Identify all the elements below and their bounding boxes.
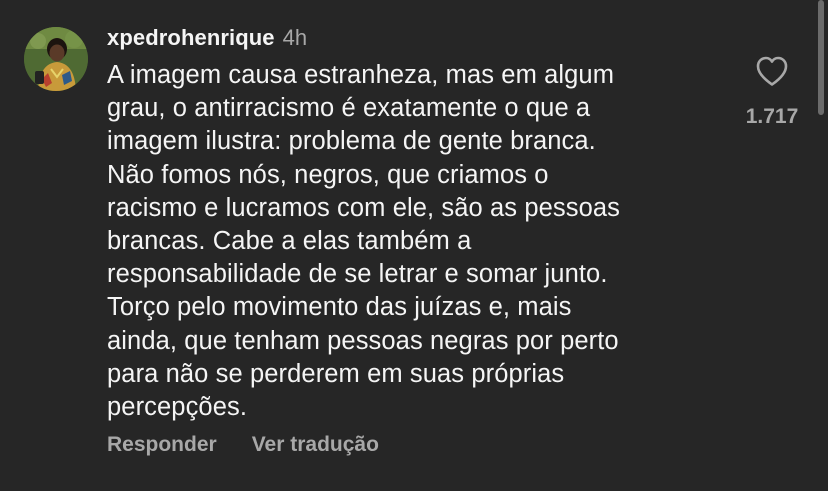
reply-button[interactable]: Responder	[107, 433, 217, 457]
heart-outline-icon[interactable]	[755, 55, 789, 87]
comment-content: xpedrohenrique 4h A imagem causa estranh…	[107, 25, 727, 424]
scrollbar[interactable]	[818, 0, 824, 115]
avatar[interactable]	[24, 27, 88, 91]
comment-header: xpedrohenrique 4h	[107, 25, 727, 55]
like-column: 1.717	[738, 55, 806, 129]
comment-screen: xpedrohenrique 4h A imagem causa estranh…	[0, 0, 828, 491]
comment-actions: Responder Ver tradução	[107, 431, 379, 459]
username[interactable]: xpedrohenrique	[107, 25, 275, 51]
comment-text: A imagem causa estranheza, mas em algum …	[107, 61, 620, 422]
translate-button[interactable]: Ver tradução	[252, 433, 379, 457]
timestamp: 4h	[282, 25, 308, 50]
avatar-photo-icon	[24, 27, 88, 91]
like-count: 1.717	[745, 105, 799, 128]
